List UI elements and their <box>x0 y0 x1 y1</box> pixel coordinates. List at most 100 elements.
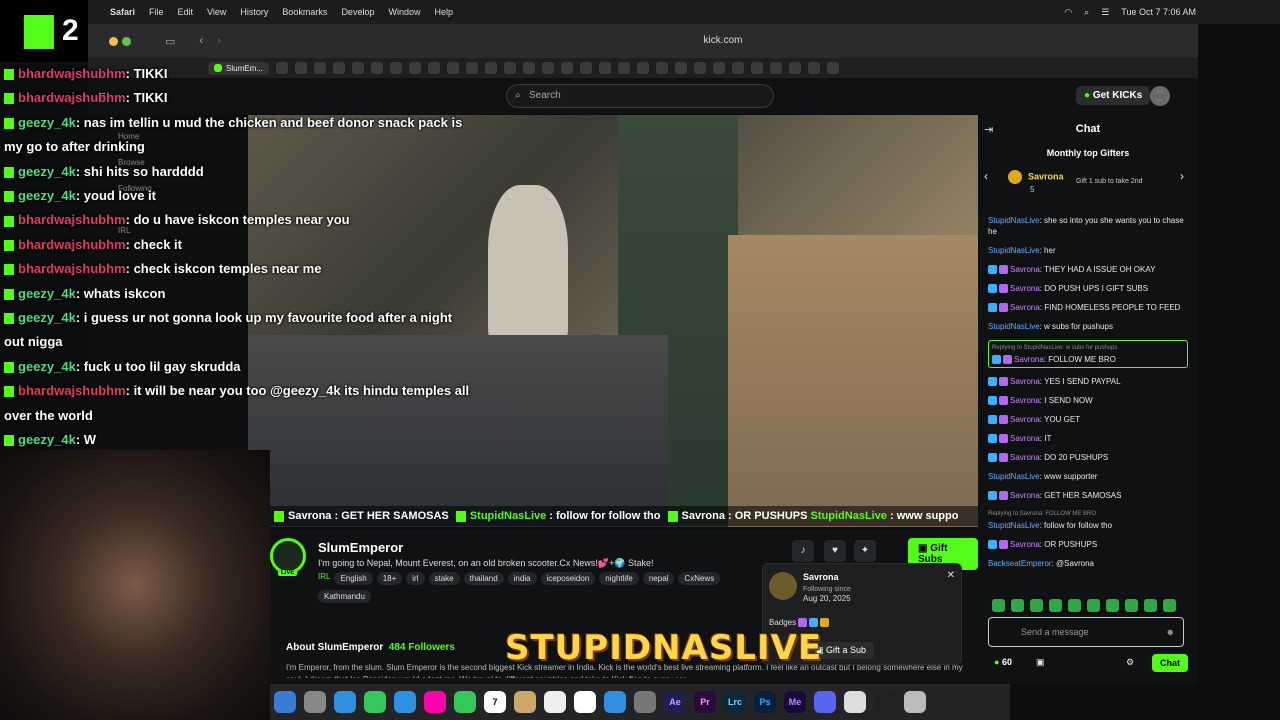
gear-icon[interactable]: ⚙ <box>1126 657 1134 668</box>
discord-icon[interactable] <box>814 691 836 713</box>
emote-icon[interactable] <box>1125 599 1138 612</box>
photos-icon[interactable] <box>424 691 446 713</box>
tag[interactable]: nightlife <box>599 572 639 585</box>
tab-favicon-icon[interactable] <box>769 62 782 74</box>
chat-username[interactable]: Savrona <box>1010 377 1040 386</box>
chat-username[interactable]: Savrona <box>1014 355 1044 364</box>
kicks-balance[interactable]: ● 60 <box>994 657 1012 667</box>
chat-username[interactable]: StupidNasLive <box>988 216 1040 225</box>
close-icon[interactable]: ✕ <box>947 570 955 581</box>
chat-username[interactable]: Savrona <box>1010 434 1040 443</box>
chat-username[interactable]: StupidNasLive <box>988 521 1040 530</box>
emote-icon[interactable] <box>992 599 1005 612</box>
tab-favicon-icon[interactable] <box>560 62 573 74</box>
tag[interactable]: CxNews <box>678 572 721 585</box>
sidebar-toggle-icon[interactable]: ▭ <box>165 35 175 48</box>
tag[interactable]: English <box>334 572 373 585</box>
chat-send-button[interactable]: Chat <box>1152 654 1188 672</box>
tab-favicon-icon[interactable] <box>655 62 668 74</box>
chat-username[interactable]: StupidNasLive <box>988 246 1040 255</box>
terminal-icon[interactable] <box>874 691 896 713</box>
wifi-icon[interactable]: ◠ <box>1064 7 1072 18</box>
follow-heart-icon[interactable]: ♥ <box>824 540 846 562</box>
chat-username[interactable]: BackseatEmperor <box>988 559 1052 568</box>
premiere-icon[interactable]: Pr <box>694 691 716 713</box>
chat-username[interactable]: Savrona <box>1010 453 1040 462</box>
chat-username[interactable]: Savrona <box>1010 540 1040 549</box>
app-store-icon[interactable] <box>604 691 626 713</box>
tab-favicon-icon[interactable] <box>826 62 839 74</box>
emoji-picker-icon[interactable]: ☻ <box>1166 618 1175 646</box>
launchpad-icon[interactable] <box>304 691 326 713</box>
tag[interactable]: Kathmandu <box>318 590 371 603</box>
tag[interactable]: iceposeidon <box>540 572 596 585</box>
tag[interactable]: thailand <box>463 572 504 585</box>
freeform-icon[interactable] <box>574 691 596 713</box>
gift-to-take-2nd[interactable]: Gift 1 sub to take 2nd <box>1076 178 1143 185</box>
emote-icon[interactable] <box>1030 599 1043 612</box>
address-bar[interactable]: kick.com <box>488 32 958 50</box>
emote-icon[interactable] <box>1068 599 1081 612</box>
menu-edit[interactable]: Edit <box>178 7 194 17</box>
tag[interactable]: 18+ <box>376 572 403 585</box>
reminders-icon[interactable] <box>544 691 566 713</box>
emote-icon[interactable] <box>1144 599 1157 612</box>
safari-icon[interactable] <box>334 691 356 713</box>
tab-favicon-icon[interactable] <box>674 62 687 74</box>
tab-favicon-icon[interactable] <box>731 62 744 74</box>
tag[interactable]: stake <box>428 572 460 585</box>
search-input[interactable]: ⌕ Search <box>506 84 774 108</box>
menu-window[interactable]: Window <box>388 7 420 17</box>
zoom-window-button[interactable] <box>122 36 131 46</box>
search-icon[interactable]: ⌕ <box>1084 7 1089 18</box>
forward-icon[interactable]: › <box>217 35 221 47</box>
tab-favicon-icon[interactable] <box>522 62 535 74</box>
reply-context[interactable]: Replying to Savrona: FOLLOW ME BRO <box>988 509 1188 520</box>
emote-icon[interactable] <box>1049 599 1062 612</box>
messages-icon[interactable] <box>364 691 386 713</box>
tag[interactable]: india <box>507 572 537 585</box>
get-kicks-button[interactable]: ● Get KICKs <box>1076 86 1151 105</box>
emote-icon[interactable] <box>1106 599 1119 612</box>
menu-develop[interactable]: Develop <box>341 7 374 17</box>
control-center-icon[interactable]: ☰ <box>1101 7 1109 18</box>
chevron-right-icon[interactable]: › <box>1180 169 1184 183</box>
finder-icon[interactable] <box>274 691 296 713</box>
tab-favicon-icon[interactable] <box>598 62 611 74</box>
tag[interactable]: irl <box>406 572 425 585</box>
tab-favicon-icon[interactable] <box>636 62 649 74</box>
notification-bell-icon[interactable]: ♪ <box>792 540 814 562</box>
emote-icon[interactable] <box>1011 599 1024 612</box>
tab-favicon-icon[interactable] <box>750 62 763 74</box>
chat-username[interactable]: StupidNasLive <box>988 322 1040 331</box>
close-window-button[interactable] <box>96 37 105 46</box>
after-effects-icon[interactable]: Ae <box>664 691 686 713</box>
facetime-icon[interactable] <box>454 691 476 713</box>
chat-message-input[interactable]: Send a message ☻ <box>988 617 1184 647</box>
media-encoder-icon[interactable]: Me <box>784 691 806 713</box>
chevron-left-icon[interactable]: ‹ <box>984 169 988 183</box>
user-avatar[interactable] <box>1150 86 1170 106</box>
tab-favicon-icon[interactable] <box>693 62 706 74</box>
tab-favicon-icon[interactable] <box>807 62 820 74</box>
category-link[interactable]: IRL <box>318 572 330 585</box>
chrome-icon[interactable] <box>844 691 866 713</box>
menubar-clock[interactable]: Tue Oct 7 7:06 AM <box>1121 7 1196 17</box>
tab-favicon-icon[interactable] <box>579 62 592 74</box>
emote-icon[interactable] <box>1087 599 1100 612</box>
menu-file[interactable]: File <box>149 7 164 17</box>
menu-history[interactable]: History <box>240 7 268 17</box>
trash-icon[interactable] <box>904 691 926 713</box>
minimize-window-button[interactable] <box>109 36 118 46</box>
reply-context[interactable]: Replying to StupidNasLive: w subs for pu… <box>992 343 1184 354</box>
tab-favicon-icon[interactable] <box>617 62 630 74</box>
chat-username[interactable]: Savrona <box>1010 396 1040 405</box>
tab-favicon-icon[interactable] <box>503 62 516 74</box>
tab-favicon-icon[interactable] <box>541 62 554 74</box>
back-icon[interactable]: ‹ <box>199 35 203 47</box>
menu-app-safari[interactable]: Safari <box>110 7 135 17</box>
sparkle-icon[interactable]: ✦ <box>854 540 876 562</box>
tag[interactable]: nepal <box>642 572 675 585</box>
mail-icon[interactable] <box>394 691 416 713</box>
notes-icon[interactable] <box>514 691 536 713</box>
